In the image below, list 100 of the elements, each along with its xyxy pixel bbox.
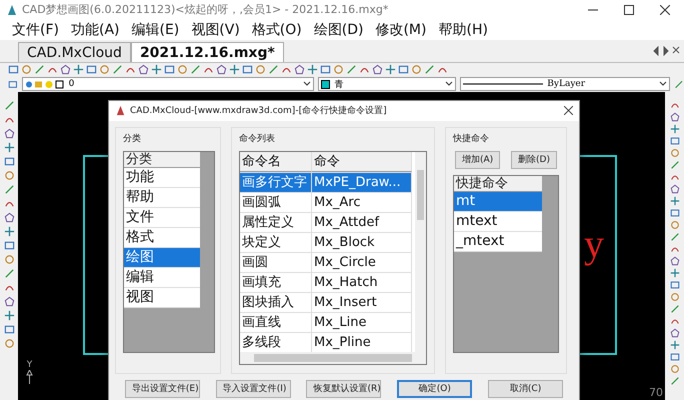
column-header[interactable]: 命令名 — [240, 152, 312, 172]
tool-icon[interactable] — [670, 232, 680, 242]
tool-icon[interactable] — [670, 196, 680, 206]
tool-icon[interactable] — [307, 64, 318, 76]
tool-icon[interactable] — [670, 352, 680, 362]
tool-icon[interactable] — [670, 256, 680, 266]
tool-icon[interactable] — [34, 64, 45, 76]
close-icon[interactable] — [660, 4, 670, 15]
list-item[interactable]: 文件 — [124, 208, 200, 228]
tool-icon[interactable] — [670, 364, 680, 374]
menu-item[interactable]: 格式(O) — [246, 20, 308, 39]
column-header[interactable]: 命令 — [312, 152, 412, 172]
tool-icon[interactable] — [4, 268, 14, 279]
tool-icon[interactable] — [670, 304, 680, 314]
category-list[interactable]: 分类 功能 帮助 文件 格式 绘图 编辑 视图 — [123, 150, 215, 353]
dialog-button[interactable]: 导出设置文件(E) — [124, 380, 200, 398]
tool-icon[interactable] — [411, 64, 422, 76]
table-row[interactable]: 画直线 Mx_Line — [240, 312, 412, 333]
horizontal-scrollbar[interactable] — [240, 352, 426, 364]
shortcut-list[interactable]: 快捷命令 mt mtext _mtext — [453, 174, 559, 353]
tool-icon[interactable] — [8, 64, 19, 76]
tool-icon[interactable] — [4, 170, 14, 181]
tool-icon[interactable] — [372, 64, 383, 76]
table-row[interactable]: 块定义 Mx_Block — [240, 232, 412, 253]
tool-icon[interactable] — [242, 64, 253, 76]
tool-icon[interactable] — [8, 78, 18, 90]
table-row[interactable]: 画填充 Mx_Hatch — [240, 272, 412, 293]
tool-icon[interactable] — [138, 64, 149, 76]
tool-icon[interactable] — [4, 338, 14, 349]
tool-icon[interactable] — [670, 124, 680, 134]
linetype-dropdown[interactable]: ByLayer — [460, 77, 670, 92]
dialog-button[interactable]: 删除(D) — [511, 150, 557, 169]
dialog-button[interactable]: 导入设置文件(I) — [216, 380, 291, 398]
tool-icon[interactable] — [385, 64, 396, 76]
tool-icon[interactable] — [4, 184, 14, 195]
tool-icon[interactable] — [346, 64, 357, 76]
table-row[interactable]: 图块插入 Mx_Insert — [240, 292, 412, 313]
table-row[interactable]: 属性定义 Mx_Attdef — [240, 212, 412, 233]
tool-icon[interactable] — [670, 340, 680, 350]
list-item[interactable]: 编辑 — [124, 268, 200, 288]
tool-icon[interactable] — [112, 64, 123, 76]
tool-icon[interactable] — [670, 328, 680, 338]
vertical-scrollbar[interactable] — [415, 152, 426, 352]
table-row[interactable]: 画圆弧 Mx_Arc — [240, 192, 412, 213]
maximize-icon[interactable] — [624, 4, 634, 15]
tool-icon[interactable] — [164, 64, 175, 76]
tool-icon[interactable] — [670, 220, 680, 230]
tool-icon[interactable] — [99, 64, 110, 76]
tool-icon[interactable] — [320, 64, 331, 76]
tool-icon[interactable] — [255, 64, 266, 76]
list-item[interactable]: mt — [454, 192, 542, 212]
tool-icon[interactable] — [4, 254, 14, 265]
tool-icon[interactable] — [294, 64, 305, 76]
list-item[interactable]: 视图 — [124, 288, 200, 308]
dialog-button[interactable]: 恢复默认设置(R) — [306, 380, 382, 398]
tool-icon[interactable] — [4, 212, 14, 223]
tool-icon[interactable] — [4, 324, 14, 335]
tool-icon[interactable] — [229, 64, 240, 76]
tool-icon[interactable] — [333, 64, 344, 76]
list-item[interactable]: 绘图 — [124, 248, 200, 268]
layer-dropdown[interactable]: 0 — [22, 77, 314, 92]
tool-icon[interactable] — [60, 64, 71, 76]
dialog-button[interactable]: 取消(C) — [488, 380, 564, 398]
tool-icon[interactable] — [268, 64, 279, 76]
close-icon[interactable] — [672, 46, 680, 56]
tool-icon[interactable] — [177, 64, 188, 76]
list-item[interactable]: mtext — [454, 212, 542, 232]
list-item[interactable]: _mtext — [454, 232, 542, 252]
list-item[interactable]: 格式 — [124, 228, 200, 248]
tool-icon[interactable] — [670, 160, 680, 170]
command-table[interactable]: 命令名 命令 画多行文字 MxPE_Draw... 画圆弧 Mx_Arc 属性定义 Mx_Attdef 块定义 Mx_Block 画圆 Mx_Circle 画填充 Mx_Hatch 图块插入 Mx_Insert 画直线 Mx_Line 多线段 Mx_Pline — [239, 150, 427, 365]
tool-icon[interactable] — [4, 310, 14, 321]
document-tab[interactable]: CAD.MxCloud — [18, 42, 131, 62]
tool-icon[interactable] — [670, 184, 680, 194]
tool-icon[interactable] — [73, 64, 84, 76]
tool-icon[interactable] — [151, 64, 162, 76]
menu-item[interactable]: 文件(F) — [6, 20, 65, 39]
color-dropdown[interactable]: 青 — [318, 77, 456, 92]
tool-icon[interactable] — [424, 64, 435, 76]
table-row[interactable]: 多线段 Mx_Pline — [240, 332, 412, 353]
tool-icon[interactable] — [4, 296, 14, 307]
table-row[interactable]: 画圆 Mx_Circle — [240, 252, 412, 273]
tool-icon[interactable] — [21, 64, 32, 76]
drawing-canvas[interactable] — [18, 92, 665, 400]
tool-icon[interactable] — [670, 148, 680, 158]
menu-item[interactable]: 修改(M) — [369, 20, 432, 39]
tool-icon[interactable] — [216, 64, 227, 76]
tool-icon[interactable] — [86, 64, 97, 76]
tool-icon[interactable] — [670, 112, 680, 122]
tool-icon[interactable] — [4, 226, 14, 237]
tool-icon[interactable] — [4, 100, 14, 111]
menu-item[interactable]: 编辑(E) — [126, 20, 186, 39]
tool-icon[interactable] — [4, 142, 14, 153]
menu-item[interactable]: 绘图(D) — [308, 20, 370, 39]
list-item[interactable]: 帮助 — [124, 188, 200, 208]
close-icon[interactable] — [564, 106, 573, 116]
table-row[interactable]: 画多行文字 MxPE_Draw... — [240, 172, 412, 193]
dialog-button[interactable]: 增加(A) — [455, 150, 500, 169]
tool-icon[interactable] — [4, 156, 14, 167]
tool-icon[interactable] — [670, 208, 680, 218]
